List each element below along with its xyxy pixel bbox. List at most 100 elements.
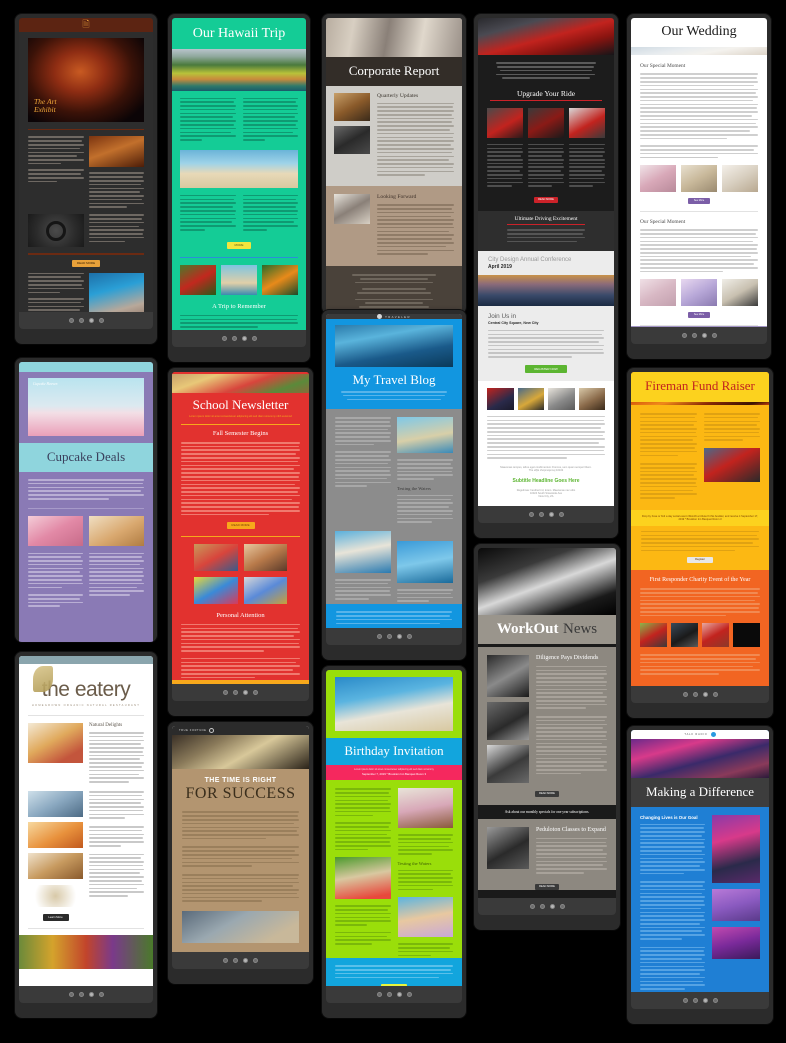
read-more-button[interactable]: READ MORE (381, 984, 407, 986)
nav-dot[interactable] (386, 634, 392, 639)
carousel-nav-dots[interactable] (19, 312, 153, 329)
nav-dot[interactable] (78, 992, 84, 997)
nav-dot[interactable] (376, 634, 382, 639)
device-frame-time-is-right[interactable]: TRUE FORTUNE THE TIME IS RIGHT FOR SUCCE… (168, 722, 313, 984)
carousel-nav-dots[interactable] (631, 327, 767, 344)
read-more-button[interactable]: READ MORE (534, 197, 558, 204)
wheat-icon (33, 666, 53, 692)
see-more-button[interactable]: See More (688, 198, 710, 205)
device-frame-hawaii-trip[interactable]: Our Hawaii Trip MORE A Trip to Remember (168, 14, 310, 362)
nav-dot-active[interactable] (549, 904, 555, 909)
thumb-bouquet (681, 279, 717, 307)
see-more-button-2[interactable]: See More (688, 312, 710, 319)
learn-more-button[interactable]: Learn More (42, 913, 69, 921)
thumb-stage-lights (711, 926, 760, 959)
screen-car-dealer: Upgrade Your Ride READ MORE Ultimate Dri… (478, 18, 614, 506)
nav-dot[interactable] (251, 336, 257, 341)
nav-dot[interactable] (692, 692, 698, 697)
nav-dot[interactable] (233, 690, 238, 695)
art-logo-icon: 🗎 (82, 19, 90, 29)
nav-dot-active[interactable] (243, 958, 248, 963)
hero-image-watch (172, 734, 309, 770)
nav-dot[interactable] (558, 512, 564, 517)
nav-dot[interactable] (682, 998, 688, 1003)
device-frame-wedding[interactable]: Our Wedding Our Special Moment See More … (627, 14, 771, 359)
nav-dot[interactable] (223, 958, 228, 963)
nav-dot-active[interactable] (396, 992, 402, 997)
nav-dot-active[interactable] (241, 336, 247, 341)
device-frame-school-newsletter[interactable]: School Newsletter Lorem ipsum dolor sit … (168, 368, 313, 716)
nav-dot[interactable] (376, 992, 382, 997)
nav-dot[interactable] (233, 958, 238, 963)
read-more-button[interactable]: READ MORE (226, 522, 255, 530)
nav-dot-active[interactable] (396, 634, 402, 639)
more-button[interactable]: MORE (227, 241, 251, 249)
nav-dot[interactable] (386, 992, 392, 997)
nav-dot-active[interactable] (701, 333, 707, 338)
nav-dot-active[interactable] (702, 692, 708, 697)
carousel-nav-dots[interactable] (326, 986, 462, 1003)
device-frame-workout-news[interactable]: WorkOut News Diligence Pays Dividends RE… (474, 544, 620, 930)
nav-dot[interactable] (78, 318, 84, 323)
hero-image-athlete (478, 548, 616, 615)
screen-cupcake-deals: Cupcake Heaven Cupcake Deals (19, 362, 153, 642)
nav-dot[interactable] (681, 333, 687, 338)
device-frame-birthday-invitation[interactable]: Birthday Invitation Lorem ipsum dolor si… (322, 666, 466, 1018)
nav-dot[interactable] (691, 333, 697, 338)
nav-dot[interactable] (98, 318, 104, 323)
footer-image-vegetables (19, 934, 153, 969)
device-frame-car-dealer[interactable]: Upgrade Your Ride READ MORE Ultimate Dri… (474, 14, 618, 538)
carousel-nav-dots[interactable] (172, 330, 306, 347)
read-more-button[interactable]: READ MORE (72, 259, 100, 267)
nav-dot-active[interactable] (702, 998, 708, 1003)
nav-dot[interactable] (682, 692, 688, 697)
nav-dot[interactable] (253, 958, 258, 963)
carousel-nav-dots[interactable] (326, 628, 462, 645)
carousel-nav-dots[interactable] (478, 898, 616, 915)
nav-dot[interactable] (692, 998, 698, 1003)
carousel-nav-dots[interactable] (631, 686, 769, 703)
device-frame-making-a-difference[interactable]: TALK RADIO Making a Difference Changing … (627, 726, 773, 1024)
carousel-nav-dots[interactable] (478, 506, 614, 523)
device-frame-art-exhibit[interactable]: 🗎 The Art Exhibit READ MORE (15, 14, 157, 344)
nav-dot[interactable] (253, 690, 258, 695)
nav-dot-active[interactable] (88, 318, 94, 323)
nav-dot[interactable] (231, 336, 237, 341)
screen-making-a-difference: TALK RADIO Making a Difference Changing … (631, 730, 769, 992)
header-logo-bar: TRUE FORTUNE (172, 726, 309, 735)
register-now-button[interactable]: REGISTER NOW (525, 364, 567, 373)
device-frame-travel-blog[interactable]: TRAVELER My Travel Blog Testing the Wate… (322, 310, 466, 660)
device-frame-the-eatery[interactable]: the eatery HOMEGROWN ORGANIC NATURAL RES… (15, 652, 157, 1018)
screen-workout-news: WorkOut News Diligence Pays Dividends RE… (478, 548, 616, 898)
nav-dot[interactable] (221, 336, 227, 341)
nav-dot[interactable] (711, 333, 717, 338)
carousel-nav-dots[interactable] (172, 684, 309, 701)
nav-dot[interactable] (68, 992, 74, 997)
nav-dot-active[interactable] (548, 512, 554, 517)
nav-dot[interactable] (529, 904, 535, 909)
thumb-salad-plate (28, 723, 83, 763)
nav-dot[interactable] (98, 992, 104, 997)
read-more-button[interactable]: READ MORE (535, 790, 559, 797)
title-making-a-difference: Making a Difference (631, 777, 769, 807)
device-frame-fireman-fund-raiser[interactable]: Fireman Fund Raiser Drop by hose or find… (627, 368, 773, 718)
carousel-nav-dots[interactable] (19, 986, 153, 1003)
register-button[interactable]: Register (687, 557, 713, 564)
device-frame-cupcake-deals[interactable]: Cupcake Heaven Cupcake Deals (15, 358, 157, 642)
nav-dot[interactable] (223, 690, 228, 695)
nav-dot[interactable] (528, 512, 534, 517)
nav-dot[interactable] (559, 904, 565, 909)
nav-dot-active[interactable] (243, 690, 248, 695)
nav-dot[interactable] (68, 318, 74, 323)
nav-dot[interactable] (712, 692, 718, 697)
nav-dot[interactable] (406, 992, 412, 997)
nav-dot-active[interactable] (88, 992, 94, 997)
nav-dot[interactable] (538, 512, 544, 517)
carousel-nav-dots[interactable] (631, 992, 769, 1009)
nav-dot[interactable] (712, 998, 718, 1003)
subtitle-birthday: Lorem ipsum dolor sit amet consectetuer … (354, 768, 434, 771)
device-frame-corporate-report[interactable]: Corporate Report Quarterly Updates Looki… (322, 14, 466, 314)
carousel-nav-dots[interactable] (172, 952, 309, 969)
nav-dot[interactable] (406, 634, 412, 639)
nav-dot[interactable] (539, 904, 545, 909)
